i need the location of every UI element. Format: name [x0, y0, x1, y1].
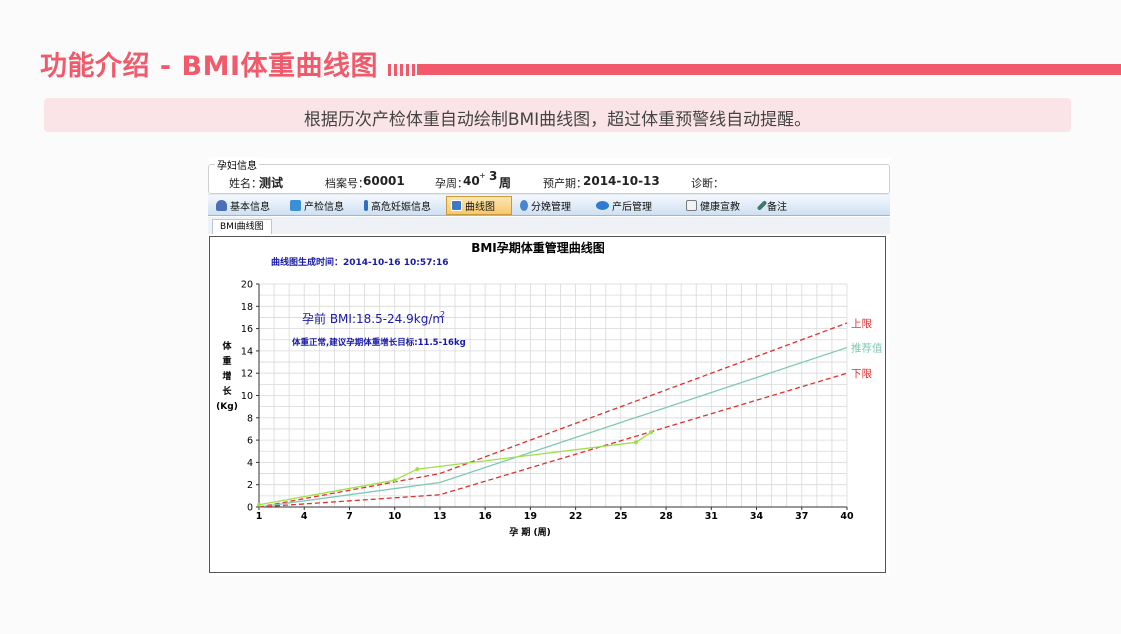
toolbar-label: 曲线图 — [465, 202, 495, 213]
app-window: 孕妇信息 姓名： 测试 档案号： 60001 孕周： 40 + 3 周 预产期：… — [208, 157, 890, 576]
series-point-3 — [257, 502, 261, 507]
x-tick-label: 13 — [433, 511, 446, 522]
patient-info-group: 孕妇信息 姓名： 测试 档案号： 60001 孕周： 40 + 3 周 预产期：… — [208, 157, 890, 194]
y-tick-label: 20 — [241, 280, 253, 291]
series-end-label-2: 下限 — [851, 368, 872, 380]
tab-strip: BMI曲线图 — [208, 217, 890, 234]
chart-annotation-bmi: 孕前 BMI:18.5-24.9kg/m — [302, 311, 444, 326]
toolbar-remarks[interactable]: 备注 — [756, 196, 791, 215]
toolbar-high-risk-info[interactable]: 高危妊娠信息 — [360, 196, 435, 215]
toolbar-delivery[interactable]: 分娩管理 — [516, 196, 575, 215]
x-tick-label: 25 — [614, 511, 627, 522]
week-days: 3 — [489, 169, 498, 183]
subtitle-text: 根据历次产检体重自动绘制BMI曲线图，超过体重预警线自动提醒。 — [303, 110, 812, 130]
person-icon — [216, 200, 227, 211]
series-point-3 — [415, 467, 420, 472]
series-line-1 — [258, 346, 848, 508]
chart-annotation-target: 体重正常,建议孕期体重增长目标:11.5-16kg — [292, 337, 466, 348]
x-tick-label: 16 — [479, 511, 493, 522]
x-tick-label: 31 — [705, 511, 718, 522]
toolbar-chart[interactable]: 曲线图 — [446, 196, 512, 215]
series-point-3 — [633, 440, 638, 445]
due-date-value: 2014-10-13 — [583, 174, 660, 188]
chart-title: BMI孕期体重管理曲线图 — [471, 240, 605, 255]
bmi-chart: BMI孕期体重管理曲线图曲线图生成时间：2014-10-16 10:57:16 孕… — [216, 240, 883, 538]
series-point-3 — [649, 430, 653, 435]
module-toolbar: 基本信息 产检信息 高危妊娠信息 曲线图 分娩管理 产后管理 健康宣教 备注 — [208, 194, 890, 216]
toolbar-postpartum[interactable]: 产后管理 — [592, 196, 656, 215]
x-tick-label: 7 — [346, 511, 353, 522]
name-value: 测试 — [259, 176, 284, 190]
y-tick-label: 0 — [247, 503, 253, 514]
title-decoration-bar — [417, 64, 1121, 75]
toolbar-label: 备注 — [767, 202, 787, 213]
series-end-label-0: 上限 — [851, 318, 872, 330]
toolbar-label: 健康宣教 — [700, 202, 740, 213]
patient-info-legend: 孕妇信息 — [215, 157, 259, 172]
pen-icon — [756, 200, 768, 211]
y-tick-label: 10 — [241, 391, 253, 402]
exclamation-icon — [364, 200, 368, 211]
y-tick-label: 2 — [247, 480, 253, 491]
y-axis-label: 长 — [222, 385, 232, 397]
toolbar-prenatal-info[interactable]: 产检信息 — [286, 196, 348, 215]
toolbar-label: 产后管理 — [612, 202, 652, 213]
toolbar-label: 基本信息 — [230, 202, 270, 213]
x-tick-label: 1 — [256, 511, 263, 522]
toolbar-label: 分娩管理 — [531, 202, 571, 213]
chart-annotation-bmi-superscript: 2 — [440, 310, 445, 319]
x-tick-label: 40 — [840, 511, 854, 522]
x-tick-label: 34 — [750, 511, 764, 522]
x-tick-label: 22 — [569, 511, 582, 522]
y-tick-label: 8 — [247, 413, 253, 424]
chart-icon — [451, 200, 462, 211]
y-axis-label: 增 — [222, 370, 231, 382]
y-tick-label: 4 — [247, 458, 253, 469]
y-tick-label: 18 — [241, 302, 253, 313]
week-unit: 周 — [499, 176, 512, 190]
name-label: 姓名： — [229, 177, 262, 190]
slide: 功能介绍 - BMI体重曲线图 根据历次产检体重自动绘制BMI曲线图，超过体重预… — [0, 0, 1121, 634]
baby-icon — [520, 200, 528, 211]
toolbar-label: 产检信息 — [304, 202, 344, 213]
title-decoration-ticks — [388, 64, 415, 76]
y-axis-label: (Kg) — [216, 402, 238, 412]
document-icon — [686, 200, 697, 211]
y-axis-label: 重 — [222, 355, 231, 367]
x-tick-label: 19 — [524, 511, 537, 522]
y-axis-label: 体 — [222, 340, 232, 352]
due-date-label: 预产期： — [543, 177, 587, 190]
y-tick-label: 14 — [241, 346, 253, 357]
x-tick-label: 4 — [301, 511, 308, 522]
series-point-3 — [392, 478, 397, 483]
y-tick-label: 16 — [241, 324, 253, 335]
x-tick-label: 28 — [659, 511, 673, 522]
toolbar-health-education[interactable]: 健康宣教 — [682, 196, 744, 215]
subtitle-box: 根据历次产检体重自动绘制BMI曲线图，超过体重预警线自动提醒。 — [44, 98, 1071, 132]
y-tick-label: 12 — [241, 369, 253, 380]
chart-generated-time: 曲线图生成时间：2014-10-16 10:57:16 — [271, 256, 448, 268]
toolbar-label: 高危妊娠信息 — [371, 202, 431, 213]
y-tick-label: 6 — [247, 436, 253, 447]
slide-title: 功能介绍 - BMI体重曲线图 — [40, 51, 378, 82]
chart-frame: BMI孕期体重管理曲线图曲线图生成时间：2014-10-16 10:57:16 孕… — [209, 236, 886, 573]
toolbar-basic-info[interactable]: 基本信息 — [212, 196, 274, 215]
eye-icon — [596, 201, 609, 210]
diagnosis-label: 诊断： — [691, 177, 724, 190]
patient-info-row: 姓名： 测试 档案号： 60001 孕周： 40 + 3 周 预产期： 2014… — [209, 169, 889, 191]
week-value: 40 — [463, 174, 480, 188]
calendar-icon — [290, 200, 301, 211]
x-tick-label: 37 — [795, 511, 808, 522]
tab-bmi-chart[interactable]: BMI曲线图 — [212, 219, 272, 234]
series-end-label-1: 推荐值 — [851, 342, 883, 355]
x-axis-label: 孕 期 (周) — [509, 526, 551, 538]
week-plus: + — [479, 171, 486, 180]
x-tick-label: 10 — [388, 511, 402, 522]
file-value: 60001 — [363, 174, 405, 188]
